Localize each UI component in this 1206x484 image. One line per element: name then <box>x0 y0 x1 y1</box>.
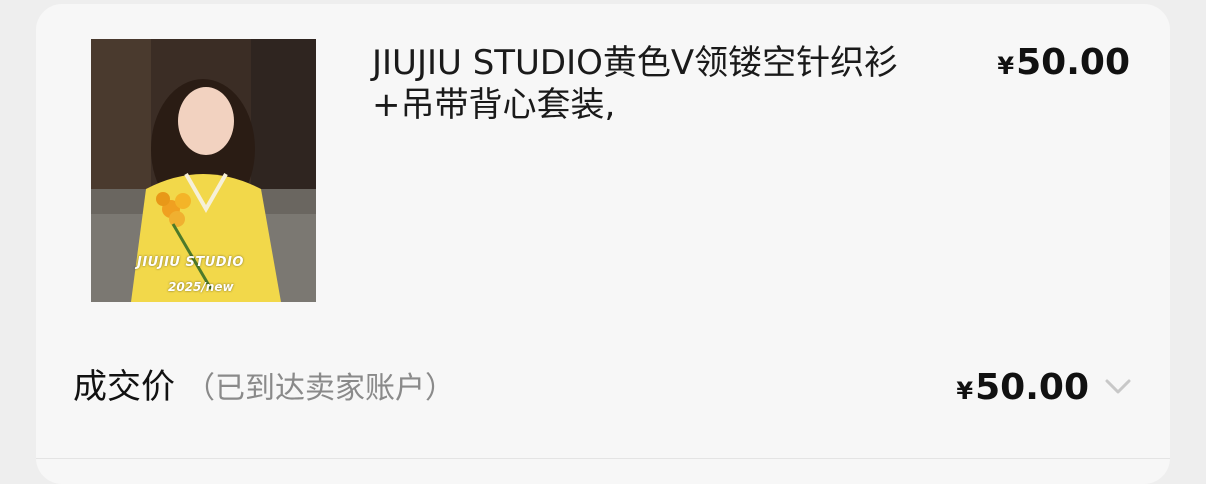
chevron-down-icon[interactable] <box>1103 376 1133 398</box>
product-thumbnail[interactable]: JIUJIU STUDIO 2025/new <box>91 39 316 302</box>
deal-price: ¥50.00 <box>956 366 1089 413</box>
image-caption-tag: 2025/new <box>168 280 234 294</box>
product-price: ¥50.00 <box>997 42 1130 87</box>
image-caption-brand: JIUJIU STUDIO <box>137 255 244 270</box>
deal-price-label: 成交价 <box>73 367 175 407</box>
currency-symbol: ¥ <box>997 52 1015 80</box>
currency-symbol: ¥ <box>956 377 974 405</box>
product-price-value: 50.00 <box>1016 42 1130 83</box>
product-title[interactable]: JIUJIU STUDIO黄色V领镂空针织衫+吊带背心套装, <box>372 42 952 126</box>
deal-price-note: （已到达卖家账户） <box>185 371 455 406</box>
deal-price-row[interactable]: 成交价 （已到达卖家账户） <box>73 365 455 411</box>
deal-price-value: 50.00 <box>975 367 1089 408</box>
divider <box>36 458 1170 459</box>
